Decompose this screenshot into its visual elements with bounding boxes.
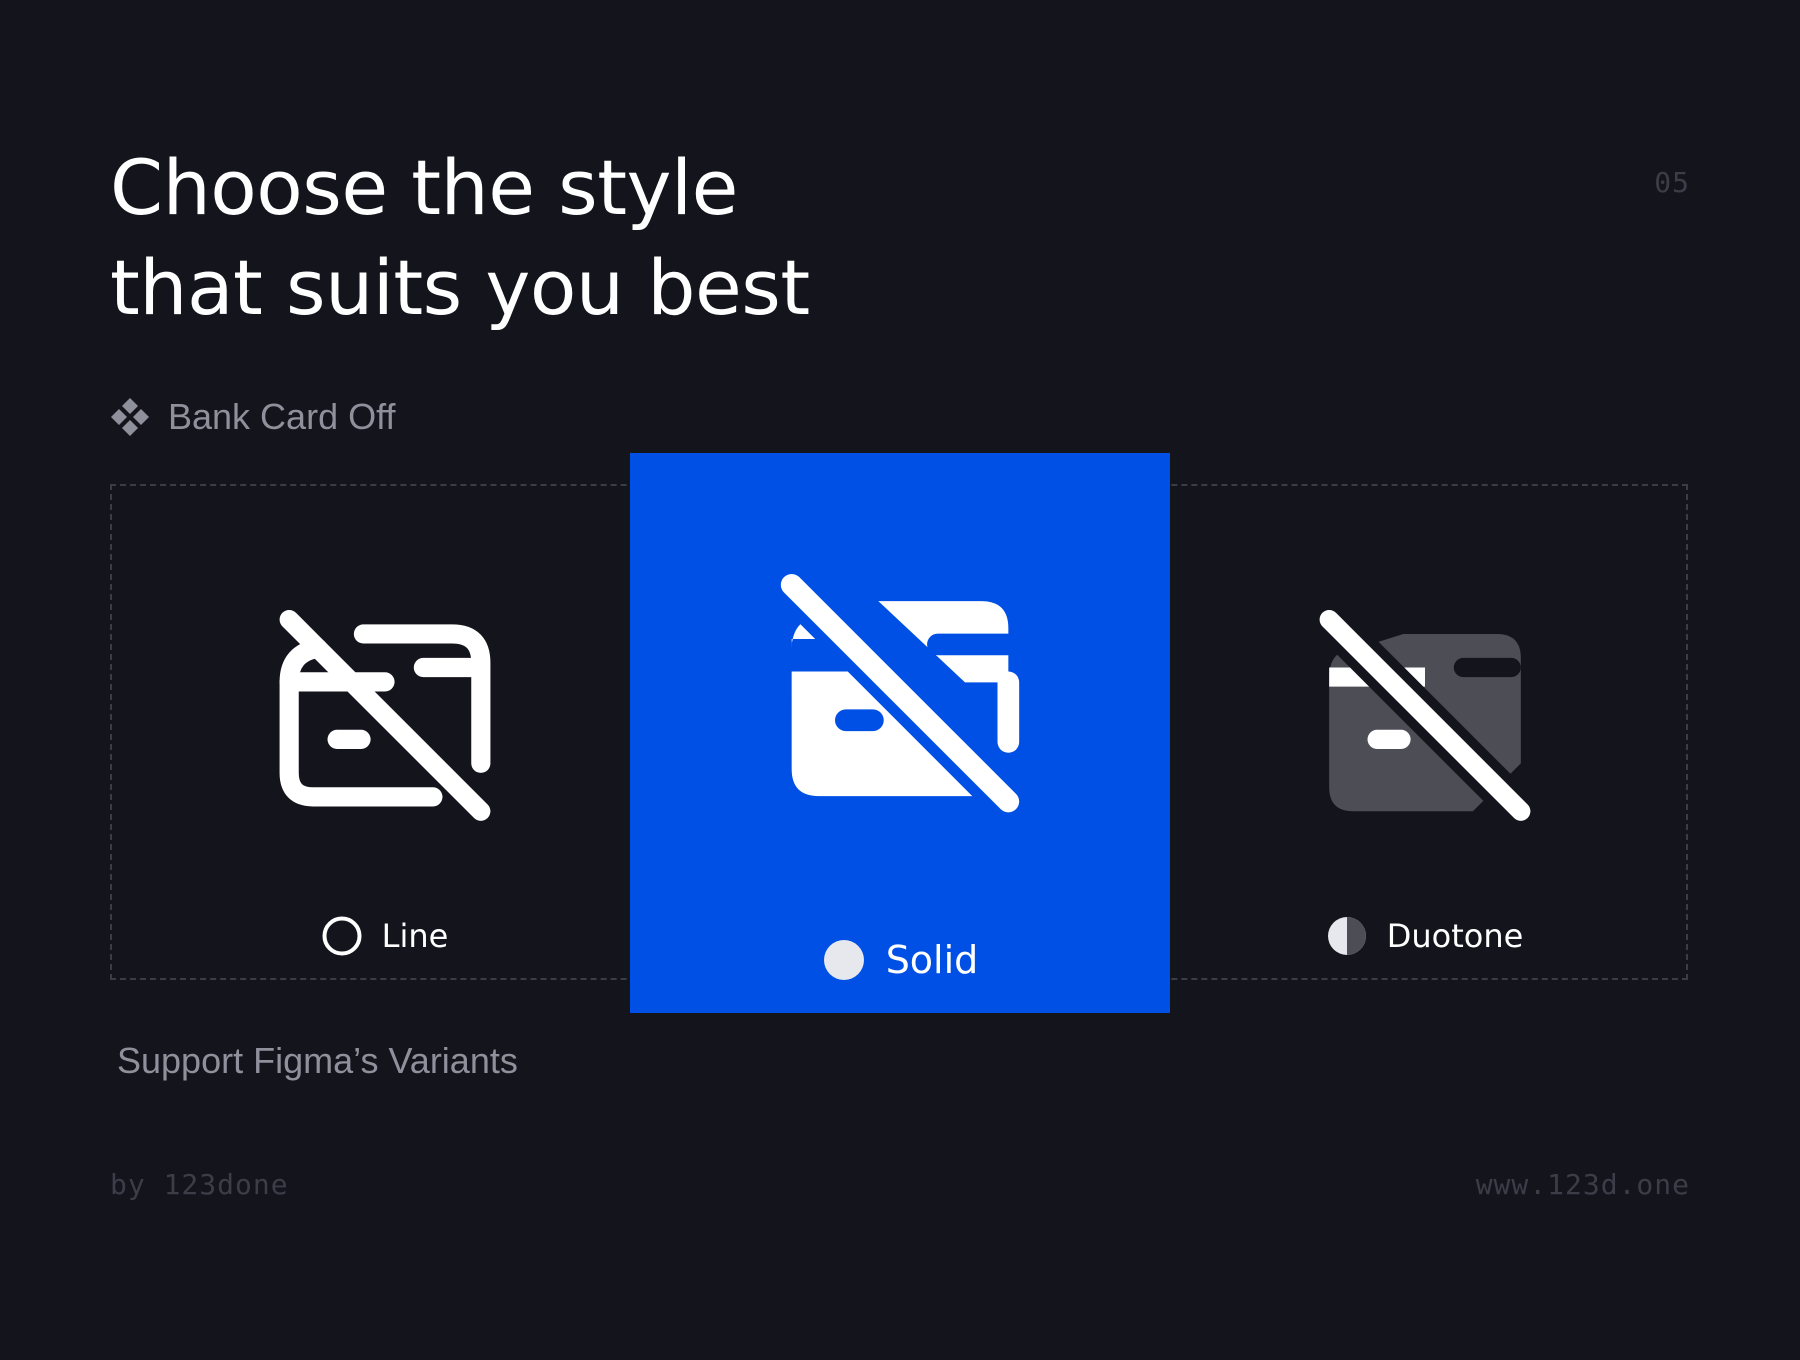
website-link[interactable]: www.123d.one: [1476, 1168, 1690, 1201]
option-label-duotone: Duotone: [1386, 917, 1524, 955]
bank-card-off-duotone-icon: [1310, 610, 1540, 831]
circle-half-icon: [1327, 917, 1366, 955]
component-name: Bank Card Off: [168, 396, 396, 437]
option-label-solid: Solid: [885, 938, 979, 982]
circle-outline-icon: [322, 916, 362, 956]
bank-card-off-solid-icon: [770, 574, 1030, 824]
author-credit: by 123done: [110, 1168, 289, 1201]
component-label: Bank Card Off: [110, 396, 395, 438]
option-line[interactable]: Line: [322, 916, 449, 956]
headline-line-2: that suits you best: [110, 243, 810, 332]
variant-line[interactable]: Line: [270, 610, 500, 956]
figma-component-icon: [111, 398, 149, 436]
headline: Choose the style that suits you best: [110, 138, 810, 338]
headline-line-1: Choose the style: [110, 143, 738, 232]
variant-duotone[interactable]: Duotone: [1310, 610, 1540, 956]
option-solid[interactable]: Solid: [822, 938, 979, 982]
option-duotone[interactable]: Duotone: [1327, 916, 1524, 956]
circle-filled-icon: [823, 940, 864, 980]
bank-card-off-line-icon: [279, 610, 491, 821]
option-label-line: Line: [381, 917, 449, 955]
page-number: 05: [1654, 166, 1690, 199]
variant-solid[interactable]: Solid: [770, 574, 1030, 982]
tagline: Support Figma’s Variants: [117, 1040, 518, 1081]
